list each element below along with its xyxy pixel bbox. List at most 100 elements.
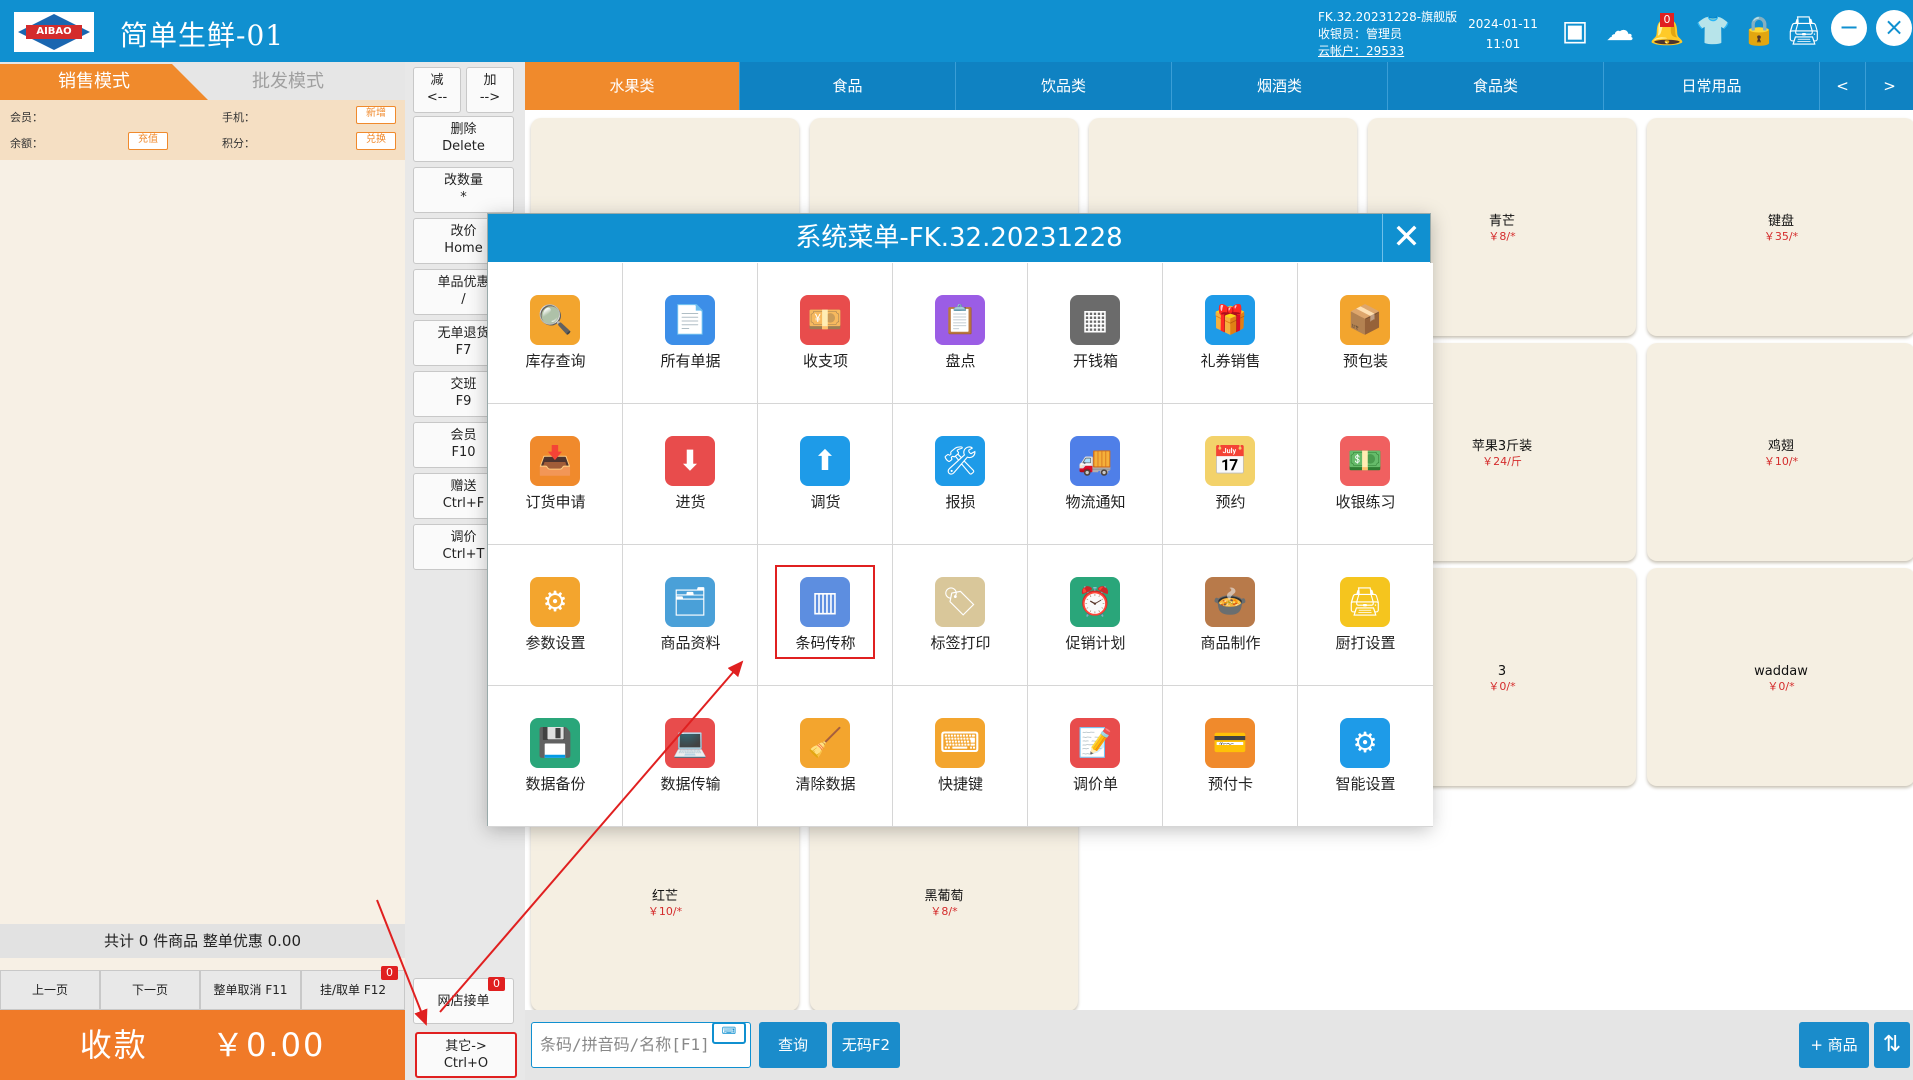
tab-wholesale-mode[interactable]: 批发模式 [220, 64, 400, 100]
menu-item-shortcut-keys[interactable]: ⌨ 快捷键 [893, 686, 1028, 827]
clear-data-icon: 🧹 [800, 718, 850, 768]
tab-category-food[interactable]: 食品 [740, 62, 956, 110]
recharge-button[interactable]: 充值 [128, 132, 168, 150]
menu-item-label: 厨打设置 [1335, 634, 1396, 652]
menu-item-prepaid-card[interactable]: 💳 预付卡 [1163, 686, 1298, 827]
tab-category-tobacco-alcohol[interactable]: 烟酒类 [1172, 62, 1388, 110]
loss-report-icon: 🛠 [935, 436, 985, 486]
cancel-order-button[interactable]: 整单取消 F11 [200, 970, 301, 1010]
menu-item-settings-gears[interactable]: ⚙ 参数设置 [488, 545, 623, 686]
gift-voucher-icon: 🎁 [1205, 295, 1255, 345]
menu-item-label-print[interactable]: 🏷 标签打印 [893, 545, 1028, 686]
product-info-icon: 🗂 [665, 577, 715, 627]
other-menu-key[interactable]: 其它-> Ctrl+O [415, 1032, 517, 1078]
cart-pager: 上一页 下一页 整单取消 F11 挂/取单 F12 [0, 970, 405, 1010]
cloud-upload-icon[interactable]: ☁ [1601, 12, 1639, 50]
menu-item-data-transfer[interactable]: 💻 数据传输 [623, 686, 758, 827]
menu-item-stocktake[interactable]: 📋 盘点 [893, 263, 1028, 404]
tab-sale-mode[interactable]: 销售模式 [0, 64, 208, 100]
menu-item-prepackage[interactable]: 📦 预包装 [1298, 263, 1433, 404]
menu-item-product-make[interactable]: 🍲 商品制作 [1163, 545, 1298, 686]
menu-item-product-info[interactable]: 🗂 商品资料 [623, 545, 758, 686]
close-icon[interactable]: × [1876, 10, 1912, 46]
cloud-account-link[interactable]: 云帐户：29533 [1318, 43, 1457, 60]
delete-key[interactable]: 删除 Delete [413, 116, 514, 162]
product-tile[interactable]: 键盘 ￥35/* [1647, 118, 1913, 336]
product-tile[interactable]: waddaw ￥0/* [1647, 568, 1913, 786]
menu-item-transfer[interactable]: ⬆ 调货 [758, 404, 893, 545]
menu-item-gift-voucher[interactable]: 🎁 礼券销售 [1163, 263, 1298, 404]
menu-item-label: 数据备份 [525, 775, 586, 793]
data-backup-icon: 💾 [530, 718, 580, 768]
hold-count-badge: 0 [381, 966, 398, 980]
menu-item-label: 参数设置 [525, 634, 586, 652]
menu-item-smart-settings[interactable]: ⚙ 智能设置 [1298, 686, 1433, 827]
menu-item-reservation[interactable]: 📅 预约 [1163, 404, 1298, 545]
menu-item-label: 调货 [810, 493, 841, 511]
sort-toggle-icon[interactable]: ⇅ [1874, 1022, 1910, 1068]
menu-item-income-expense[interactable]: 💴 收支项 [758, 263, 893, 404]
increase-key[interactable]: 加 --> [466, 67, 514, 113]
menu-item-loss-report[interactable]: 🛠 报损 [893, 404, 1028, 545]
no-code-button[interactable]: 无码F2 [832, 1022, 900, 1068]
checkout-label: 收款 [79, 1026, 148, 1064]
purchase-icon: ⬇ [665, 436, 715, 486]
menu-item-data-backup[interactable]: 💾 数据备份 [488, 686, 623, 827]
menu-item-label: 物流通知 [1065, 493, 1126, 511]
decrease-key[interactable]: 减 <-- [413, 67, 461, 113]
income-expense-icon: 💴 [800, 295, 850, 345]
menu-item-documents[interactable]: 📄 所有单据 [623, 263, 758, 404]
checkout-button[interactable]: 收款 ￥0.00 [0, 1010, 405, 1080]
add-product-button[interactable]: + 商品 [1799, 1022, 1869, 1068]
next-page-button[interactable]: 下一页 [100, 970, 200, 1010]
menu-item-clear-data[interactable]: 🧹 清除数据 [758, 686, 893, 827]
app-title: 简单生鲜-01 [120, 19, 285, 52]
tab-category-drinks[interactable]: 饮品类 [956, 62, 1172, 110]
inbox-icon[interactable]: ▣ [1556, 12, 1594, 50]
printer-error-icon[interactable]: 🖨 [1785, 12, 1823, 50]
category-next-button[interactable]: > [1866, 62, 1913, 110]
price-adjust-icon: 📝 [1070, 718, 1120, 768]
system-menu-dialog: 系统菜单-FK.32.20231228 ✕ 🔍 库存查询 📄 所有单据 💴 收支项 📋 盘点 ▦… [487, 213, 1433, 827]
menu-item-label: 智能设置 [1335, 775, 1396, 793]
transfer-icon: ⬆ [800, 436, 850, 486]
menu-item-order-request[interactable]: 📥 订货申请 [488, 404, 623, 545]
tab-category-foods[interactable]: 食品类 [1388, 62, 1604, 110]
keyboard-icon[interactable]: ⌨ [712, 1022, 746, 1044]
product-tile[interactable]: 鸡翅 ￥10/* [1647, 343, 1913, 561]
order-request-icon: 📥 [530, 436, 580, 486]
shirt-icon[interactable]: 👕 [1694, 12, 1732, 50]
menu-item-label: 调价单 [1072, 775, 1118, 793]
menu-item-label: 进货 [675, 493, 706, 511]
tab-category-daily-goods[interactable]: 日常用品 [1604, 62, 1820, 110]
tab-category-fruit[interactable]: 水果类 [525, 62, 740, 110]
data-transfer-icon: 💻 [665, 718, 715, 768]
logistics-icon: 🚚 [1070, 436, 1120, 486]
menu-item-label: 促销计划 [1065, 634, 1126, 652]
product-make-icon: 🍲 [1205, 577, 1255, 627]
category-prev-button[interactable]: < [1820, 62, 1866, 110]
menu-item-cash-drawer[interactable]: ▦ 开钱箱 [1028, 263, 1163, 404]
smart-settings-icon: ⚙ [1340, 718, 1390, 768]
menu-item-label: 商品资料 [660, 634, 721, 652]
lock-icon[interactable]: 🔒 [1740, 12, 1778, 50]
prev-page-button[interactable]: 上一页 [0, 970, 100, 1010]
menu-item-inventory-search[interactable]: 🔍 库存查询 [488, 263, 623, 404]
time-text: 11:01 [1485, 37, 1521, 51]
new-member-button[interactable]: 新增 [356, 106, 396, 124]
notification-badge: 0 [1660, 13, 1674, 27]
redeem-button[interactable]: 兑换 [356, 132, 396, 150]
menu-item-label: 收银练习 [1335, 493, 1396, 511]
menu-item-label: 预包装 [1342, 352, 1388, 370]
prepackage-icon: 📦 [1340, 295, 1390, 345]
change-qty-key[interactable]: 改数量 * [413, 167, 514, 213]
minimize-icon[interactable]: − [1831, 10, 1867, 46]
menu-item-promotion-plan[interactable]: ⏰ 促销计划 [1028, 545, 1163, 686]
dialog-close-icon[interactable]: ✕ [1382, 214, 1430, 262]
query-button[interactable]: 查询 [759, 1022, 827, 1068]
menu-item-cashier-practice[interactable]: 💵 收银练习 [1298, 404, 1433, 545]
menu-item-logistics[interactable]: 🚚 物流通知 [1028, 404, 1163, 545]
menu-item-price-adjust[interactable]: 📝 调价单 [1028, 686, 1163, 827]
menu-item-kitchen-print[interactable]: 🖨 厨打设置 [1298, 545, 1433, 686]
menu-item-purchase[interactable]: ⬇ 进货 [623, 404, 758, 545]
